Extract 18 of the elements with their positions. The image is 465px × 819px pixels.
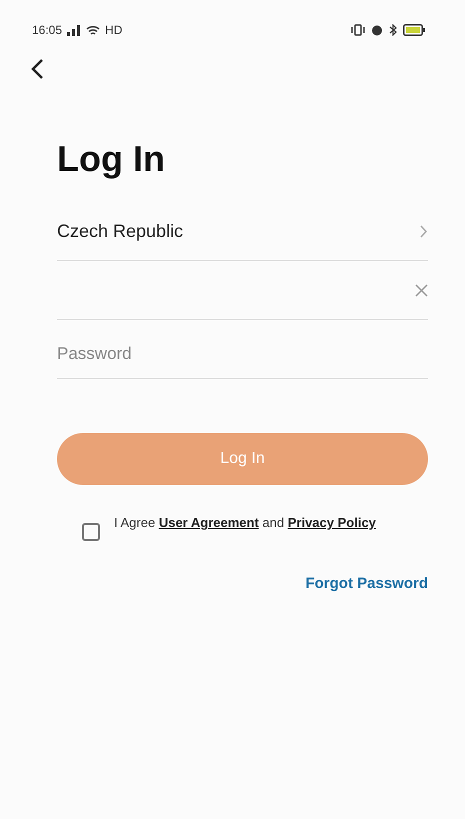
password-field[interactable]: Password bbox=[57, 344, 257, 364]
agreement-checkbox[interactable] bbox=[82, 523, 100, 541]
bluetooth-icon bbox=[389, 24, 397, 36]
user-agreement-link[interactable]: User Agreement bbox=[158, 515, 259, 530]
clear-icon[interactable] bbox=[415, 284, 428, 296]
forgot-password-link[interactable]: Forgot Password bbox=[305, 575, 428, 592]
agreement-text: I Agree User Agreement and Privacy Policy bbox=[114, 515, 376, 531]
vibrate-icon bbox=[351, 24, 365, 36]
wifi-icon bbox=[86, 24, 100, 36]
signal-icon bbox=[67, 24, 82, 36]
privacy-policy-link[interactable]: Privacy Policy bbox=[288, 515, 376, 530]
chevron-icon bbox=[420, 224, 428, 238]
page-title: Log In bbox=[57, 138, 166, 180]
back-icon[interactable] bbox=[30, 58, 44, 80]
battery-icon bbox=[403, 24, 425, 36]
network-label: HD bbox=[105, 23, 122, 37]
country-field[interactable]: Czech Republic bbox=[57, 202, 428, 261]
status-time: 16:05 bbox=[32, 23, 62, 37]
